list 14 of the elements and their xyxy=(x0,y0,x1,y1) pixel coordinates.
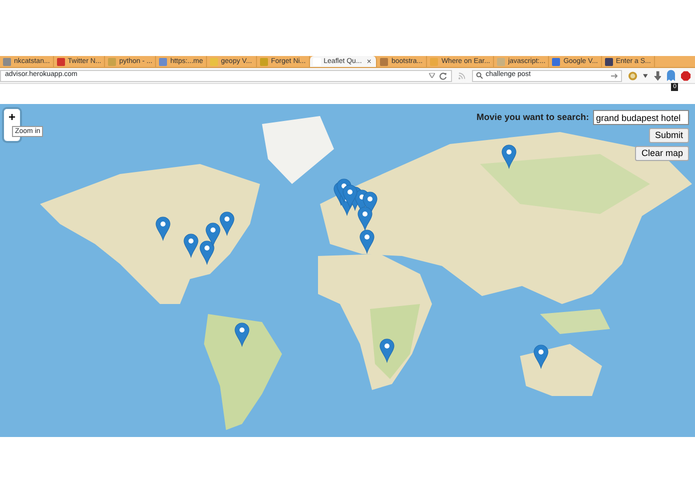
search-label: Movie you want to search: xyxy=(476,110,589,124)
dropdown-icon[interactable] xyxy=(643,74,648,78)
arrow-icon[interactable] xyxy=(610,72,618,78)
reload-icon[interactable] xyxy=(439,72,447,80)
search-icon xyxy=(476,72,483,79)
feed-icon[interactable] xyxy=(458,72,466,80)
submit-button[interactable]: Submit xyxy=(648,128,689,143)
stop-icon[interactable] xyxy=(681,70,691,80)
clear-map-button[interactable]: Clear map xyxy=(635,146,689,161)
close-icon[interactable]: × xyxy=(366,58,372,66)
ghost-icon[interactable] xyxy=(667,70,676,81)
download-icon[interactable] xyxy=(654,70,662,80)
movie-search-field[interactable]: grand budapest hotel xyxy=(593,110,689,125)
avatar-icon[interactable] xyxy=(628,70,638,80)
